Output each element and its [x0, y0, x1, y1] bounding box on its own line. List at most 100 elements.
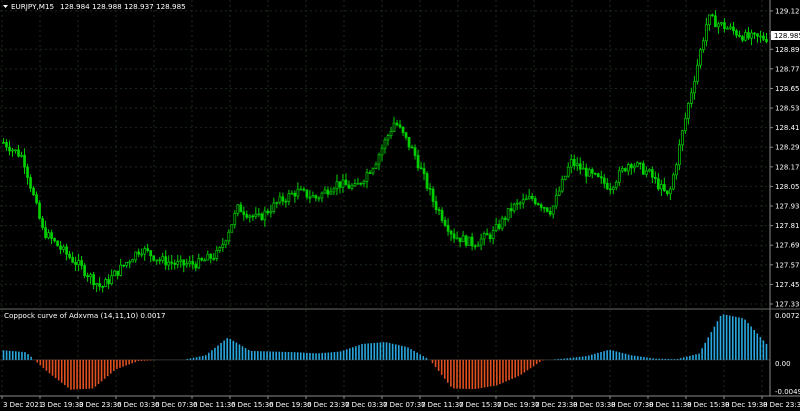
candle-body: [608, 188, 612, 191]
candle-body: [122, 264, 126, 267]
price-tick-label: 128.050: [775, 183, 800, 191]
candle-body: [599, 176, 603, 179]
candle-body: [611, 186, 615, 190]
price-tick-label: 128.530: [775, 105, 800, 113]
candle-body: [20, 154, 23, 157]
candle-body: [587, 169, 591, 177]
candle-body: [398, 124, 402, 128]
candle-body: [542, 207, 546, 209]
candle-body: [524, 198, 528, 201]
candle-body: [488, 234, 492, 239]
candle-body: [77, 260, 80, 266]
candle-body: [275, 202, 279, 204]
candle-body: [203, 259, 207, 262]
candle-body: [560, 179, 564, 192]
symbol-label[interactable]: EURJPY,M15: [11, 2, 54, 11]
trading-chart[interactable]: 129.125 128.890 128.770 128.650 128.530 128.4…: [0, 0, 800, 411]
candle-body: [678, 144, 681, 166]
candle-body: [732, 26, 735, 32]
candle-body: [614, 181, 618, 188]
candle-body: [452, 233, 456, 239]
indicator-title[interactable]: Coppock curve of Adxvma (14,11,10) 0.001…: [4, 311, 166, 320]
candle-body: [500, 217, 504, 229]
candle-body: [344, 179, 348, 186]
candle-body: [726, 27, 729, 30]
candle-body: [590, 169, 594, 174]
candle-body: [629, 164, 633, 169]
candle-body: [71, 257, 74, 263]
price-tick-label: 128.650: [775, 85, 800, 93]
candle-body: [26, 166, 29, 178]
candle-body: [455, 237, 459, 240]
time-tick-label: 3 Dec 19:30: [41, 401, 84, 409]
candle-body: [23, 154, 26, 168]
candle-body: [272, 202, 276, 212]
candle-body: [684, 117, 687, 132]
time-tick-label: 7 Dec 19:30: [497, 401, 540, 409]
candle-body: [50, 232, 53, 239]
candle-body: [506, 208, 510, 220]
candle-body: [578, 163, 582, 170]
candle-body: [8, 146, 11, 152]
candle-body: [11, 149, 14, 152]
candle-body: [89, 274, 92, 278]
price-tick-label: 128.770: [775, 65, 800, 73]
candle-body: [395, 122, 399, 126]
candle-body: [128, 261, 132, 264]
candle-body: [575, 163, 579, 166]
candle-body: [494, 224, 498, 231]
candle-body: [548, 211, 552, 215]
time-tick-label: 6 Dec 11:30: [193, 401, 236, 409]
candle-body: [735, 30, 738, 36]
candle-body: [311, 195, 315, 198]
candle-body: [497, 224, 501, 229]
candle-body: [212, 258, 216, 260]
candle-body: [657, 178, 660, 190]
candle-body: [137, 251, 141, 255]
candle-body: [623, 168, 627, 172]
candle-body: [635, 162, 639, 167]
candle-body: [62, 246, 65, 250]
candle-body: [302, 188, 306, 191]
candle-body: [350, 185, 354, 189]
candle-body: [236, 204, 240, 214]
price-tick-label: 127.930: [775, 203, 800, 211]
candle-body: [503, 217, 507, 220]
candle-body: [251, 215, 255, 218]
candle-body: [98, 283, 101, 287]
price-tick-label: 127.450: [775, 281, 800, 289]
time-tick-label: 7 Dec 23:30: [535, 401, 578, 409]
candle-body: [182, 259, 186, 266]
candle-body: [359, 182, 363, 185]
time-tick-label: 7 Dec 03:30: [345, 401, 388, 409]
candle-body: [738, 34, 741, 37]
time-tick-label: 3 Dec 2021: [3, 401, 43, 409]
candle-body: [248, 215, 252, 218]
candle-body: [269, 211, 273, 214]
candle-body: [377, 154, 381, 165]
time-tick-label: 8 Dec 23:30: [763, 401, 800, 409]
candle-body: [644, 170, 648, 175]
candle-body: [437, 209, 441, 211]
candle-body: [741, 36, 744, 41]
candle-body: [365, 172, 369, 182]
candle-body: [260, 213, 264, 221]
candle-body: [134, 251, 138, 261]
candle-body: [747, 32, 750, 39]
candle-body: [224, 240, 228, 246]
candle-body: [638, 162, 642, 165]
time-tick-label: 8 Dec 11:30: [649, 401, 692, 409]
candle-body: [314, 195, 318, 199]
candle-body: [723, 22, 726, 29]
candle-body: [476, 244, 480, 247]
candle-body: [620, 168, 624, 172]
candle-body: [113, 270, 116, 277]
candle-body: [702, 40, 705, 51]
candle-body: [389, 131, 393, 136]
candle-body: [413, 147, 417, 156]
candle-body: [116, 270, 120, 276]
candle-body: [572, 159, 576, 166]
candle-body: [347, 184, 351, 189]
candle-body: [521, 199, 525, 204]
price-tick-label: 127.690: [775, 242, 800, 250]
